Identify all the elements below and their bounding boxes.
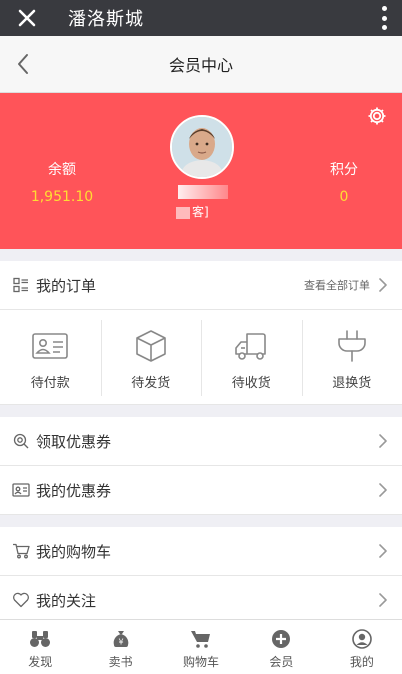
order-status-label: 待收货 [231,376,271,391]
bottom-tab-bar: 发现 ¥ 卖书 购物车 会员 我的 [0,619,402,674]
divider [0,405,402,417]
orders-section: 我的订单 查看全部订单 待付款 待发货 待收货 退换货 [0,261,402,405]
member-level: 客] [176,203,209,220]
avatar-photo [172,117,232,177]
order-list-icon [12,276,30,294]
coupons-section: 领取优惠券 我的优惠券 [0,417,402,515]
divider [0,515,402,527]
my-follows-row[interactable]: 我的关注 [0,576,402,625]
plug-icon [332,328,372,364]
my-follows-label: 我的关注 [36,591,97,610]
delivery-truck-icon [231,328,271,364]
cart-icon [12,542,30,560]
page-title: 会员中心 [168,56,233,75]
window-title: 潘洛斯城 [68,9,144,30]
points-value: 0 [339,189,349,205]
tab-label: 卖书 [108,655,133,669]
chevron-right-icon [379,483,387,497]
shopping-section: 我的购物车 我的关注 [0,527,402,625]
chevron-right-icon [379,278,387,292]
points-stat[interactable]: 积分 0 [284,159,402,205]
tab-label: 购物车 [183,655,220,669]
coupon-search-icon [12,432,30,450]
nav-bar: 会员中心 [0,36,402,93]
user-circle-icon [351,629,373,649]
plus-circle-icon [270,629,292,649]
my-coupons-row[interactable]: 我的优惠券 [0,466,402,515]
points-label: 积分 [330,162,358,178]
tab-cart[interactable]: 购物车 [161,620,241,674]
balance-stat[interactable]: 余额 1,951.10 [2,159,122,205]
cart-icon [190,629,212,649]
tab-label: 我的 [349,655,374,669]
order-status-pending-receipt[interactable]: 待收货 [201,310,302,404]
back-button[interactable] [10,50,36,78]
profile-header: 余额 1,951.10 客] 积分 0 [0,93,402,249]
more-menu-button[interactable] [380,6,388,30]
my-coupons-label: 我的优惠券 [36,481,112,500]
get-coupons-label: 领取优惠券 [36,432,112,451]
order-status-returns[interactable]: 退换货 [301,310,402,404]
payment-card-icon [30,328,70,364]
divider [0,249,402,261]
my-cart-label: 我的购物车 [36,542,112,561]
my-orders-label: 我的订单 [36,276,97,295]
more-dot-icon [381,25,387,30]
balance-label: 余额 [48,162,76,178]
my-cart-row[interactable]: 我的购物车 [0,527,402,576]
more-dot-icon [381,6,387,11]
balance-value: 1,951.10 [30,189,94,205]
view-all-orders-link[interactable]: 查看全部订单 [304,277,370,293]
my-orders-row[interactable]: 我的订单 查看全部订单 [0,261,402,310]
get-coupons-row[interactable]: 领取优惠券 [0,417,402,466]
tab-label: 发现 [28,655,53,669]
tab-label: 会员 [269,655,294,669]
tab-sell-books[interactable]: ¥ 卖书 [80,620,160,674]
chevron-right-icon [379,434,387,448]
window-titlebar: 潘洛斯城 [0,0,402,36]
gear-icon[interactable] [366,105,388,127]
chevron-left-icon [18,54,28,74]
money-bag-icon: ¥ [110,629,132,649]
package-box-icon [131,328,171,364]
chevron-right-icon [379,544,387,558]
order-status-pending-shipment[interactable]: 待发货 [100,310,202,404]
close-button[interactable] [0,0,54,36]
close-icon [18,9,36,27]
tab-mine[interactable]: 我的 [322,620,402,674]
heart-icon [12,591,30,609]
order-status-label: 待发货 [131,376,171,391]
order-status-label: 待付款 [30,376,70,391]
avatar[interactable] [170,115,234,179]
tab-membership[interactable]: 会员 [241,620,321,674]
chevron-right-icon [379,593,387,607]
more-dot-icon [381,15,387,21]
level-blurred [176,206,190,219]
order-status-grid: 待付款 待发货 待收货 退换货 [0,310,402,405]
order-status-label: 退换货 [332,376,372,391]
binoculars-icon [29,629,51,649]
id-card-icon [12,481,30,499]
username-blurred [178,185,228,199]
svg-text:¥: ¥ [118,638,123,647]
tab-discover[interactable]: 发现 [0,620,80,674]
order-status-pending-payment[interactable]: 待付款 [0,310,101,404]
level-suffix: 客] [192,205,209,219]
